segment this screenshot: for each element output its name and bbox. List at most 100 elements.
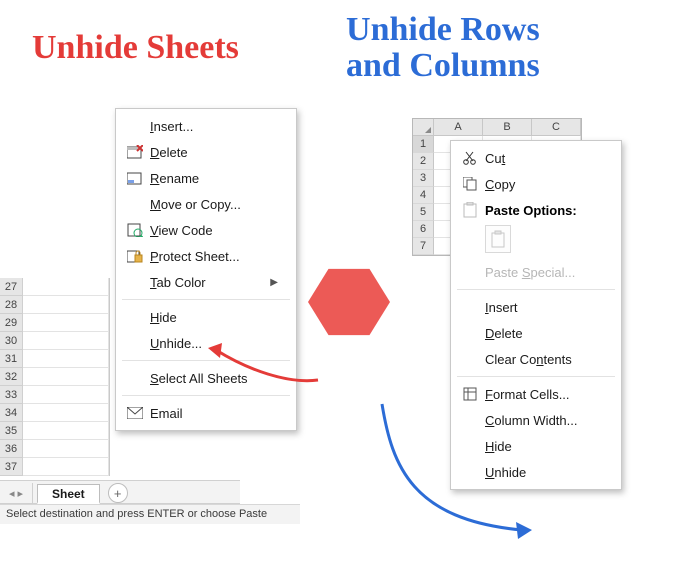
grid-row: 32 bbox=[0, 368, 109, 386]
column-header[interactable]: A bbox=[434, 119, 483, 136]
red-hexagon-graphic bbox=[308, 266, 390, 338]
column-header[interactable]: B bbox=[483, 119, 532, 136]
row-header[interactable]: 33 bbox=[0, 386, 23, 404]
title-unhide-rows-cols: Unhide Rows and Columns bbox=[346, 12, 540, 83]
sheet-nav-buttons[interactable]: ◂ ▸ bbox=[0, 483, 33, 503]
grid-cell[interactable] bbox=[23, 386, 109, 404]
column-header[interactable]: C bbox=[532, 119, 581, 136]
menu-separator bbox=[122, 299, 290, 300]
paste-icon bbox=[459, 202, 481, 218]
grid-row: 30 bbox=[0, 332, 109, 350]
grid-cell[interactable] bbox=[23, 350, 109, 368]
column-context-menu: Cut Copy Paste Options: Paste Special...… bbox=[450, 140, 622, 490]
grid-row: 28 bbox=[0, 296, 109, 314]
row-header[interactable]: 6 bbox=[413, 221, 434, 238]
email-icon bbox=[124, 407, 146, 419]
row-header[interactable]: 37 bbox=[0, 458, 23, 476]
menu-format-cells[interactable]: Format Cells... bbox=[451, 381, 621, 407]
menu-format-cells-label: Format Cells... bbox=[485, 387, 570, 402]
menu-paste-special-label: Paste Special... bbox=[485, 265, 575, 280]
row-header[interactable]: 7 bbox=[413, 238, 434, 255]
grid-row: 35 bbox=[0, 422, 109, 440]
row-header[interactable]: 32 bbox=[0, 368, 23, 386]
menu-tab-color[interactable]: Tab Color ▶ bbox=[116, 269, 296, 295]
menu-clear-contents[interactable]: Clear Contents bbox=[451, 346, 621, 372]
menu-view-code[interactable]: View Code bbox=[116, 217, 296, 243]
menu-copy[interactable]: Copy bbox=[451, 171, 621, 197]
grid-cell[interactable] bbox=[23, 404, 109, 422]
menu-delete[interactable]: Delete bbox=[116, 139, 296, 165]
menu-move-copy[interactable]: Move or Copy... bbox=[116, 191, 296, 217]
grid-row: 37 bbox=[0, 458, 109, 476]
grid-cell[interactable] bbox=[23, 278, 109, 296]
menu-column-width[interactable]: Column Width... bbox=[451, 407, 621, 433]
menu-protect-label: Protect Sheet... bbox=[150, 249, 240, 264]
menu-delete-col[interactable]: Delete bbox=[451, 320, 621, 346]
menu-paste-special: Paste Special... bbox=[451, 259, 621, 285]
cut-icon bbox=[459, 151, 481, 165]
grid-cell[interactable] bbox=[23, 422, 109, 440]
menu-separator bbox=[457, 289, 615, 290]
row-header[interactable]: 5 bbox=[413, 204, 434, 221]
menu-insert[interactable]: Insert... bbox=[116, 113, 296, 139]
row-header[interactable]: 36 bbox=[0, 440, 23, 458]
status-bar: Select destination and press ENTER or ch… bbox=[0, 504, 300, 524]
menu-unhide-col-label: Unhide bbox=[485, 465, 526, 480]
select-all-corner[interactable] bbox=[413, 119, 434, 136]
row-header[interactable]: 2 bbox=[413, 153, 434, 170]
menu-hide-col[interactable]: Hide bbox=[451, 433, 621, 459]
menu-view-code-label: View Code bbox=[150, 223, 213, 238]
menu-protect-sheet[interactable]: Protect Sheet... bbox=[116, 243, 296, 269]
row-header[interactable]: 1 bbox=[413, 136, 434, 153]
grid-cell[interactable] bbox=[23, 458, 109, 476]
menu-cut-label: Cut bbox=[485, 151, 505, 166]
menu-paste-options-header: Paste Options: bbox=[451, 197, 621, 223]
paste-option-default[interactable] bbox=[485, 225, 511, 253]
menu-rename-label: Rename bbox=[150, 171, 199, 186]
row-header[interactable]: 30 bbox=[0, 332, 23, 350]
menu-unhide[interactable]: Unhide... bbox=[116, 330, 296, 356]
menu-hide[interactable]: Hide bbox=[116, 304, 296, 330]
menu-rename[interactable]: Rename bbox=[116, 165, 296, 191]
row-header[interactable]: 28 bbox=[0, 296, 23, 314]
menu-delete-col-label: Delete bbox=[485, 326, 523, 341]
menu-cut[interactable]: Cut bbox=[451, 145, 621, 171]
format-cells-icon bbox=[459, 387, 481, 401]
menu-separator bbox=[122, 395, 290, 396]
menu-hide-col-label: Hide bbox=[485, 439, 512, 454]
menu-separator bbox=[122, 360, 290, 361]
title-unhide-sheets: Unhide Sheets bbox=[32, 30, 239, 66]
grid-cell[interactable] bbox=[23, 368, 109, 386]
menu-select-all-label: Select All Sheets bbox=[150, 371, 248, 386]
paste-options-row bbox=[451, 223, 621, 259]
row-header[interactable]: 34 bbox=[0, 404, 23, 422]
grid-row: 34 bbox=[0, 404, 109, 422]
row-header[interactable]: 3 bbox=[413, 170, 434, 187]
menu-delete-label: Delete bbox=[150, 145, 188, 160]
sheet-tab-context-menu: Insert... Delete Rename Move or Copy... … bbox=[115, 108, 297, 431]
grid-row: 29 bbox=[0, 314, 109, 332]
grid-row: 31 bbox=[0, 350, 109, 368]
row-header[interactable]: 4 bbox=[413, 187, 434, 204]
menu-insert-col[interactable]: Insert bbox=[451, 294, 621, 320]
row-header[interactable]: 29 bbox=[0, 314, 23, 332]
menu-select-all-sheets[interactable]: Select All Sheets bbox=[116, 365, 296, 391]
grid-cell[interactable] bbox=[23, 296, 109, 314]
grid-row: 33 bbox=[0, 386, 109, 404]
row-header[interactable]: 27 bbox=[0, 278, 23, 296]
menu-unhide-label: Unhide... bbox=[150, 336, 202, 351]
grid-cell[interactable] bbox=[23, 332, 109, 350]
menu-email[interactable]: Email bbox=[116, 400, 296, 426]
row-header[interactable]: 35 bbox=[0, 422, 23, 440]
grid-cell[interactable] bbox=[23, 440, 109, 458]
protect-sheet-icon bbox=[124, 249, 146, 263]
menu-move-copy-label: Move or Copy... bbox=[150, 197, 241, 212]
sheet-tab-active[interactable]: Sheet bbox=[37, 484, 100, 504]
row-header[interactable]: 31 bbox=[0, 350, 23, 368]
new-sheet-button[interactable]: + bbox=[108, 483, 128, 503]
left-worksheet-rows: 2728293031323334353637 bbox=[0, 278, 110, 476]
menu-unhide-col[interactable]: Unhide bbox=[451, 459, 621, 485]
rename-sheet-icon bbox=[124, 171, 146, 185]
grid-cell[interactable] bbox=[23, 314, 109, 332]
grid-row: 27 bbox=[0, 278, 109, 296]
